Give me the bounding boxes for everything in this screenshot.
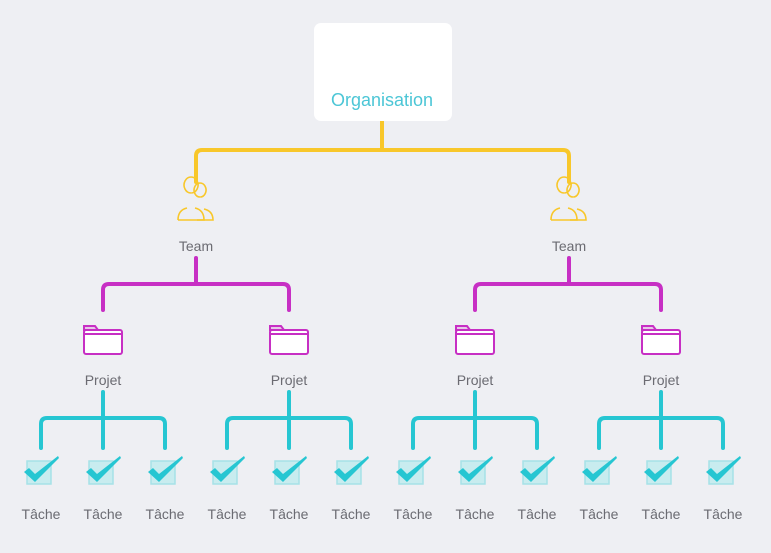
org-team-connector — [194, 119, 571, 184]
checkbox-checked-icon — [396, 456, 431, 485]
project-task-connector — [225, 390, 353, 450]
checkbox-checked-icon — [706, 456, 741, 485]
team-label: Team — [178, 238, 214, 254]
folder-icon — [269, 325, 309, 355]
team-label: Team — [551, 238, 587, 254]
organisation-label: Organisation — [330, 90, 434, 110]
team-project-connector-bar — [101, 282, 291, 312]
checkbox-checked-icon — [272, 456, 307, 485]
task-label: Tâche — [393, 506, 433, 522]
team-project-connector-bar — [473, 282, 663, 312]
checkbox-checked-icon — [334, 456, 369, 485]
project-task-connector — [411, 390, 539, 450]
task-label: Tâche — [455, 506, 495, 522]
folder-icon — [455, 325, 495, 355]
task-label: Tâche — [83, 506, 123, 522]
team-project-connector — [101, 256, 291, 312]
folder-icon — [641, 325, 681, 355]
project-label: Projet — [270, 372, 308, 388]
task-label: Tâche — [641, 506, 681, 522]
task-label: Tâche — [145, 506, 185, 522]
checkbox-checked-icon — [520, 456, 555, 485]
checkbox-checked-icon — [644, 456, 679, 485]
project-label: Projet — [456, 372, 494, 388]
org-chart: Organisation Team Projet Tâche Tâche Tâche Pro… — [0, 0, 771, 553]
task-label: Tâche — [269, 506, 309, 522]
org-team-connector-bar — [194, 148, 571, 184]
task-label: Tâche — [579, 506, 619, 522]
project-label: Projet — [84, 372, 122, 388]
project-task-connector — [597, 390, 725, 450]
folder-icon — [83, 325, 123, 355]
checkbox-checked-icon — [458, 456, 493, 485]
project-label: Projet — [642, 372, 680, 388]
task-label: Tâche — [703, 506, 743, 522]
task-label: Tâche — [21, 506, 61, 522]
task-label: Tâche — [517, 506, 557, 522]
project-task-connector — [39, 390, 167, 450]
checkbox-checked-icon — [582, 456, 617, 485]
task-label: Tâche — [207, 506, 247, 522]
task-label: Tâche — [331, 506, 371, 522]
checkbox-checked-icon — [148, 456, 183, 485]
team-project-connector — [473, 256, 663, 312]
checkbox-checked-icon — [24, 456, 59, 485]
checkbox-checked-icon — [86, 456, 121, 485]
checkbox-checked-icon — [210, 456, 245, 485]
